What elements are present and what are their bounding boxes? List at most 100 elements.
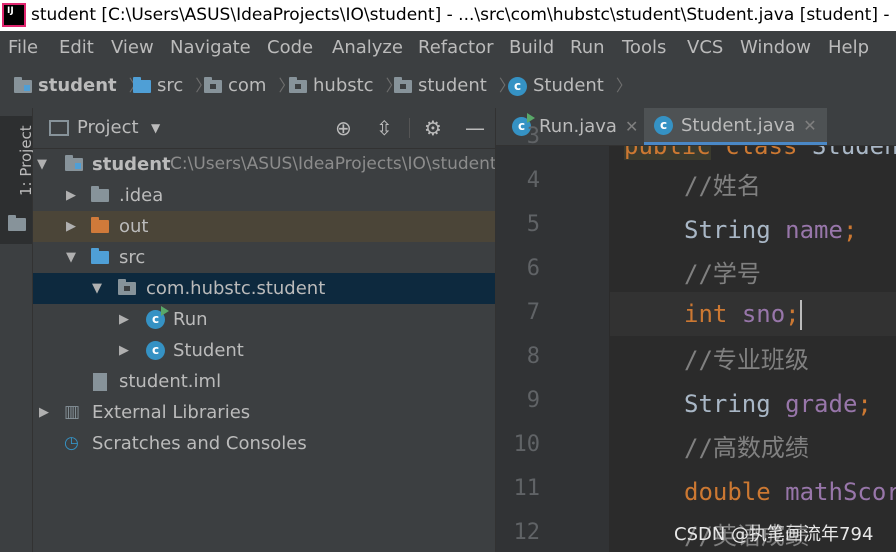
project-view-selector[interactable]: Project [77, 108, 139, 148]
project-tool-tab[interactable]: 1: Project [0, 116, 35, 244]
project-panel-header: Project ▼ ⊕ ⇳ ⚙ — [33, 108, 495, 149]
code-line-11: double mathScor [684, 478, 896, 506]
menu-tools[interactable]: Tools [622, 31, 666, 64]
close-icon[interactable]: ✕ [803, 107, 816, 144]
code-editor[interactable]: public class Studen //姓名 String name; //… [610, 146, 896, 552]
chevron-right-icon[interactable]: ▶ [39, 397, 49, 428]
left-tool-stripe: 1: Project [0, 108, 35, 552]
line-number: 5 [526, 212, 540, 237]
tree-item-out[interactable]: ▶ out [33, 211, 495, 242]
close-icon[interactable]: ✕ [625, 108, 638, 145]
line-number: 6 [526, 256, 540, 281]
crumb-student-module[interactable]: student〉 [14, 64, 145, 108]
crumb-student-package[interactable]: student 〉 [394, 64, 515, 108]
class-icon: c [146, 335, 165, 366]
crumb-com[interactable]: com 〉 [204, 64, 294, 108]
package-icon [118, 273, 136, 304]
tree-item-idea[interactable]: ▶ .idea [33, 180, 495, 211]
crumb-src[interactable]: src〉 [133, 64, 211, 108]
tree-item-src[interactable]: ▼ src [33, 242, 495, 273]
text-caret [799, 300, 802, 330]
project-tree: ▼ student C:\Users\ASUS\IdeaProjects\IO\… [33, 149, 495, 552]
editor-tab-bar: c Run.java ✕ c Student.java ✕ [496, 108, 896, 146]
folder-icon [8, 215, 26, 231]
package-icon [204, 76, 222, 93]
line-number: 3 [526, 124, 540, 149]
code-line-5: String name; [684, 216, 858, 244]
libraries-icon: ▥ [64, 402, 81, 422]
menu-code[interactable]: Code [267, 31, 313, 64]
iml-file-icon [93, 366, 107, 397]
chevron-right-icon[interactable]: ▶ [66, 180, 76, 211]
breadcrumb: student〉 src〉 com〉 hubstc〉 student〉 c St… [0, 64, 896, 109]
module-folder-icon [65, 149, 83, 180]
toolbar-divider [409, 118, 410, 138]
module-path: C:\Users\ASUS\IdeaProjects\IO\student [170, 154, 495, 174]
crosshair-icon[interactable]: ⊕ [335, 108, 352, 148]
chevron-down-icon[interactable]: ▼ [66, 242, 76, 273]
runnable-class-icon: c [146, 304, 169, 335]
collapse-all-icon[interactable]: ⇳ [376, 108, 393, 148]
line-number-gutter: 3 4 5 6 7 8 9 10 11 12 [496, 124, 609, 552]
chevron-down-icon[interactable]: ▼ [37, 149, 47, 180]
source-folder-icon [91, 242, 109, 273]
chevron-down-icon[interactable]: ▼ [92, 273, 102, 304]
gear-icon[interactable]: ⚙ [424, 108, 442, 148]
scratches-icon: ◷ [64, 433, 79, 453]
window-title: student [C:\Users\ASUS\IdeaProjects\IO\s… [31, 5, 890, 25]
code-line-9: String grade; [684, 390, 872, 418]
crumb-hubstc[interactable]: hubstc〉 [289, 64, 402, 108]
tree-item-package[interactable]: ▼ com.hubstc.student [33, 273, 495, 304]
tree-item-iml[interactable]: student.iml [33, 366, 495, 397]
crumb-student-class[interactable]: c Student 〉 [508, 64, 632, 108]
menu-window[interactable]: Window [740, 31, 811, 64]
menu-edit[interactable]: Edit [59, 31, 94, 64]
package-icon [289, 76, 307, 93]
tree-item-scratches[interactable]: ◷ Scratches and Consoles [33, 428, 495, 459]
source-folder-icon [133, 76, 151, 93]
line-number: 9 [526, 388, 540, 413]
tree-item-student[interactable]: ▼ student C:\Users\ASUS\IdeaProjects\IO\… [33, 149, 495, 180]
watermark: CSDN @执笔画流年794 [674, 524, 874, 545]
line-number: 12 [513, 520, 541, 545]
code-line-4: //姓名 [684, 172, 761, 200]
hide-panel-icon[interactable]: — [465, 108, 485, 148]
tree-item-run[interactable]: ▶ c Run [33, 304, 495, 335]
chevron-right-icon: 〉 [615, 76, 632, 95]
line-number: 11 [513, 476, 541, 501]
project-view-icon [49, 120, 69, 136]
menu-run[interactable]: Run [570, 31, 605, 64]
folder-orange-icon [91, 211, 109, 242]
menu-bar: File Edit View Navigate Code Analyze Ref… [0, 31, 896, 64]
menu-refactor[interactable]: Refactor [418, 31, 494, 64]
title-bar: student [C:\Users\ASUS\IdeaProjects\IO\s… [0, 0, 896, 31]
intellij-app-icon [2, 3, 26, 27]
tree-item-student-class[interactable]: ▶ c Student [33, 335, 495, 366]
tab-student-java[interactable]: c Student.java ✕ [644, 108, 827, 145]
module-folder-icon [14, 76, 32, 93]
line-number: 4 [526, 168, 540, 193]
package-icon [394, 76, 412, 93]
class-icon: c [654, 115, 673, 135]
menu-navigate[interactable]: Navigate [170, 31, 251, 64]
code-line-7: int sno; [610, 292, 896, 336]
chevron-right-icon[interactable]: ▶ [119, 304, 129, 335]
chevron-down-icon[interactable]: ▼ [151, 108, 160, 148]
menu-vcs[interactable]: VCS [687, 31, 723, 64]
code-line-10: //高数成绩 [684, 434, 809, 462]
menu-view[interactable]: View [111, 31, 154, 64]
menu-file[interactable]: File [8, 31, 38, 64]
menu-analyze[interactable]: Analyze [332, 31, 403, 64]
chevron-right-icon[interactable]: ▶ [119, 335, 129, 366]
tree-item-external-libraries[interactable]: ▶ ▥ External Libraries [33, 397, 495, 428]
class-icon: c [508, 76, 527, 96]
chevron-right-icon[interactable]: ▶ [66, 211, 76, 242]
folder-icon [91, 180, 109, 211]
code-line-8: //专业班级 [684, 346, 809, 374]
code-line-6: //学号 [684, 260, 761, 288]
line-number: 8 [526, 344, 540, 369]
menu-build[interactable]: Build [509, 31, 554, 64]
line-number: 7 [526, 300, 540, 325]
line-number: 10 [513, 432, 541, 457]
menu-help[interactable]: Help [828, 31, 869, 64]
